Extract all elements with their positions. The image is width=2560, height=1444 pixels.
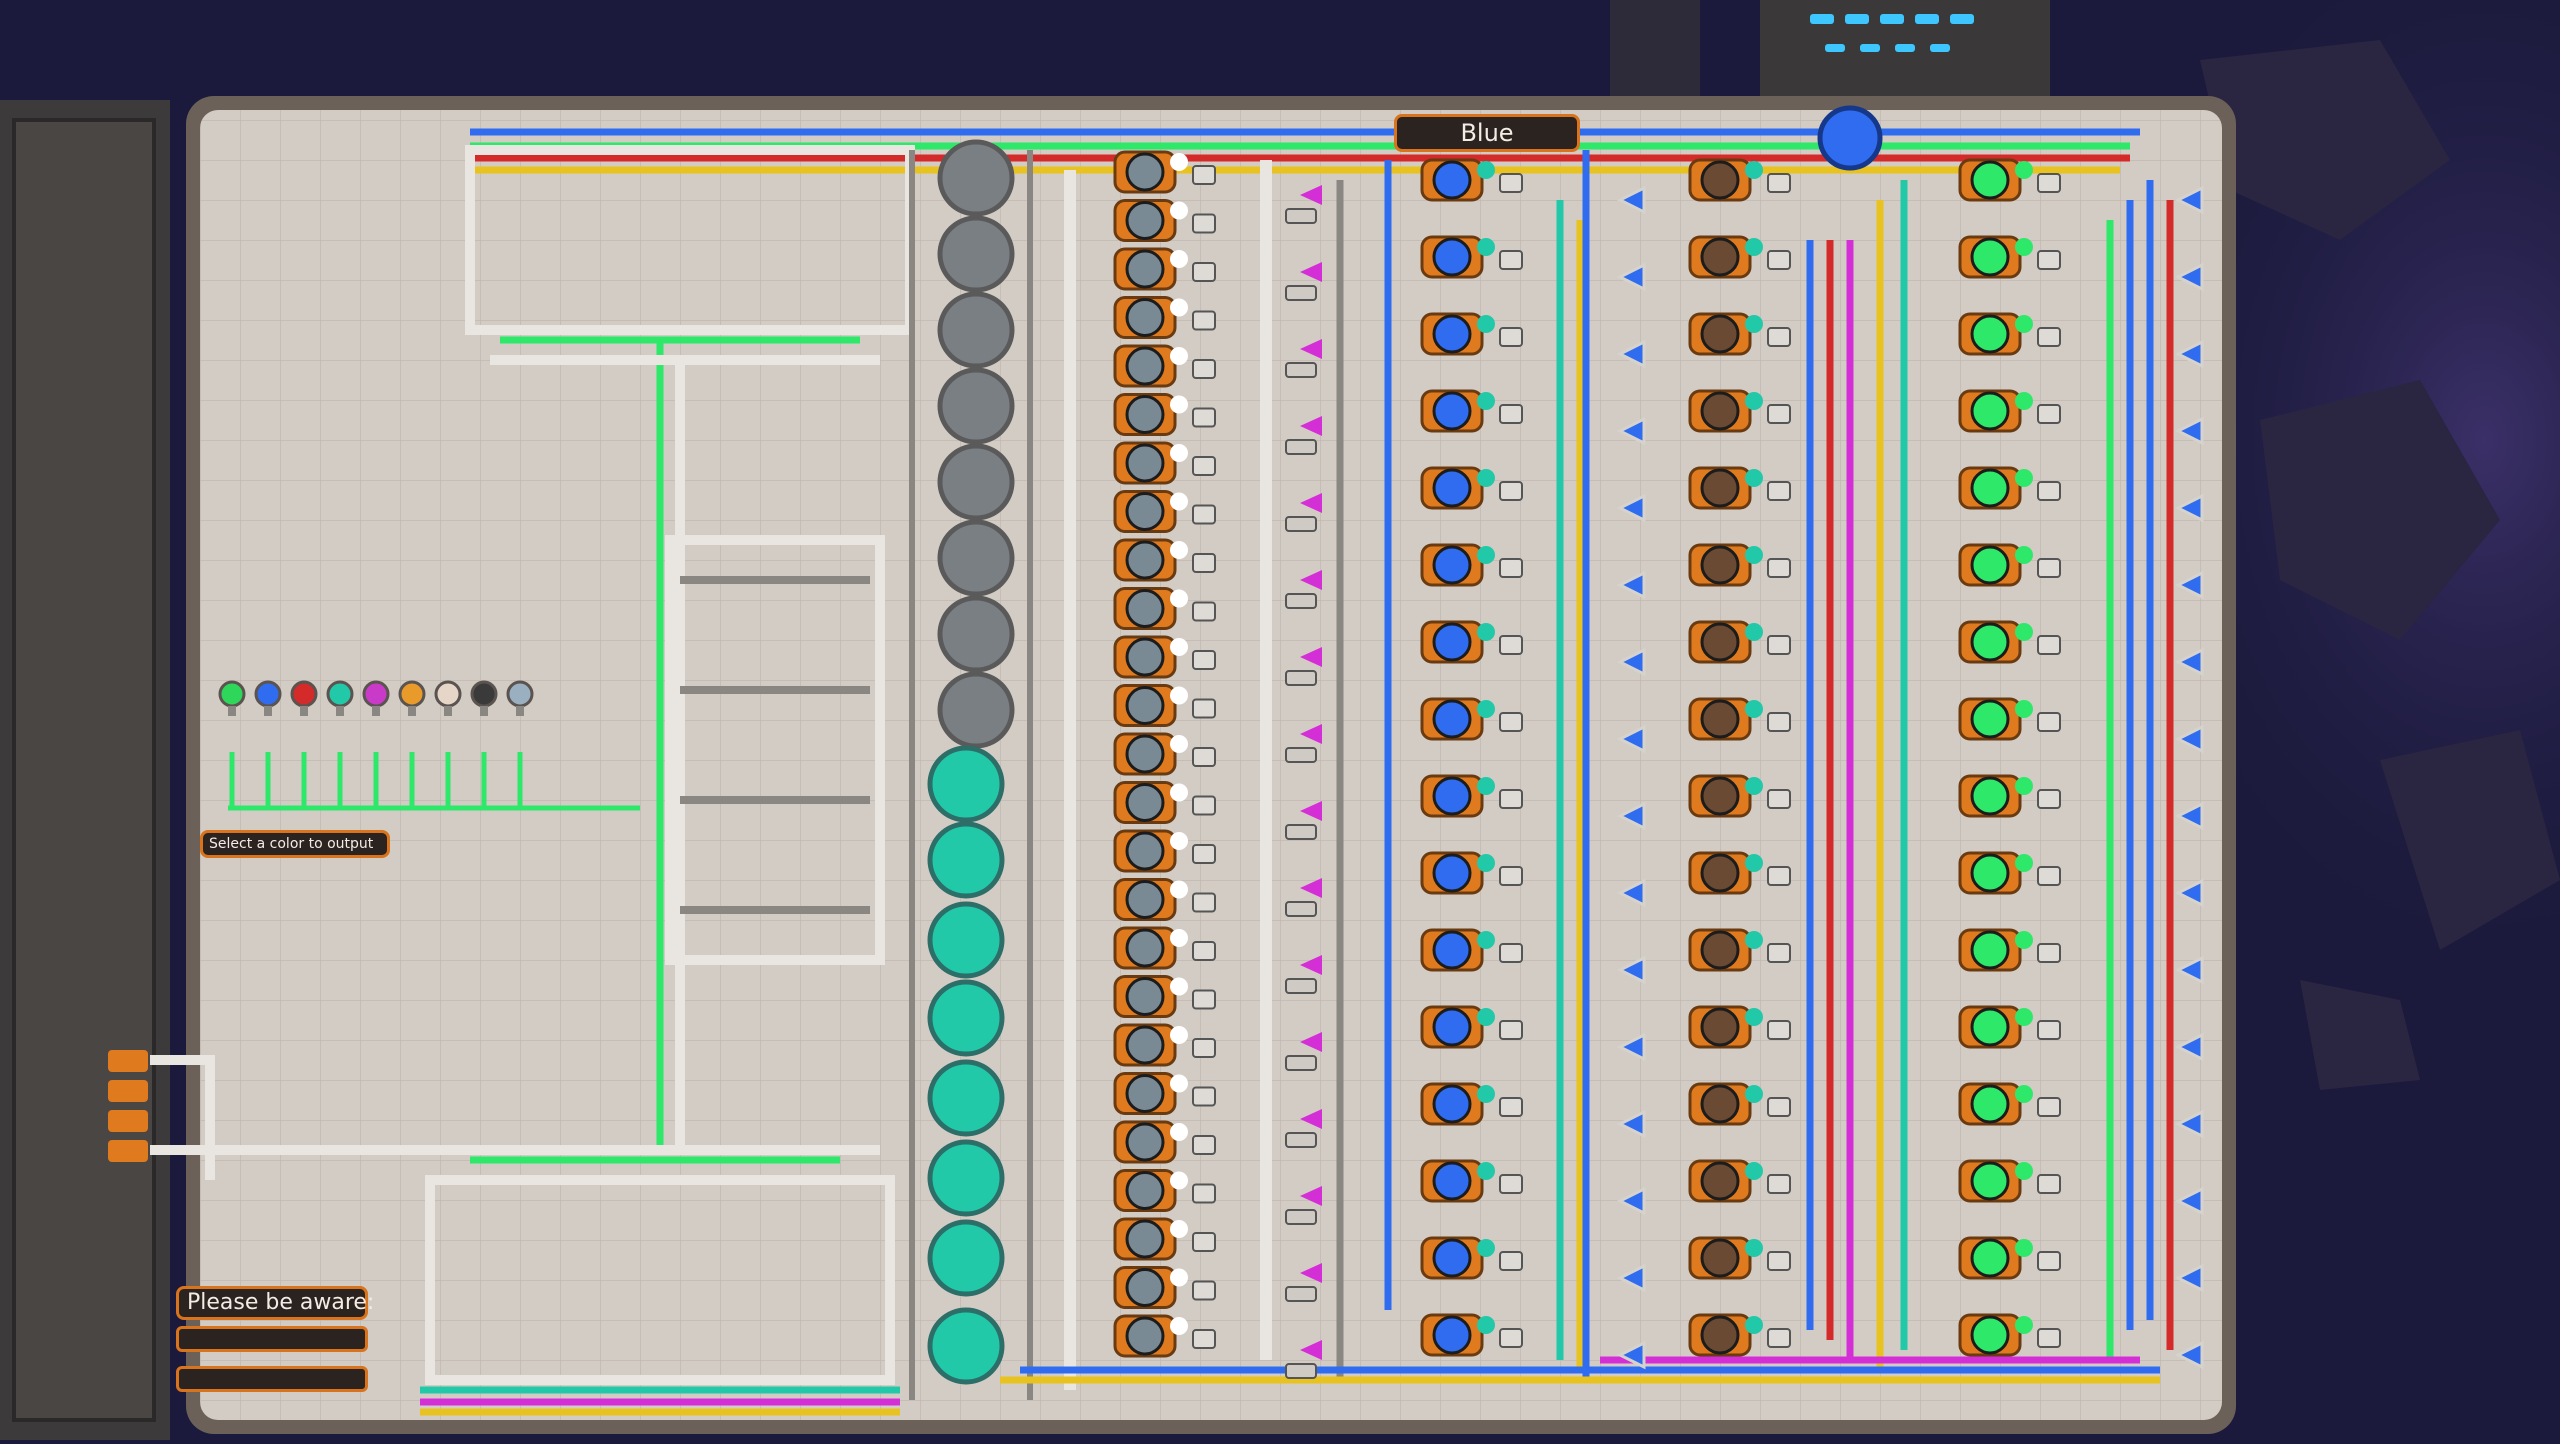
top-structure-left — [1610, 0, 1700, 100]
game-scene[interactable]: Blue Select a color to output Please be … — [0, 0, 2560, 1440]
warning-sign-title: Please be aware: — [176, 1286, 374, 1320]
bulb-icon — [362, 680, 390, 708]
left-side-panel — [12, 118, 156, 1422]
bulb-icon — [398, 680, 426, 708]
bulb-icon — [290, 680, 318, 708]
select-color-sign: Select a color to output — [200, 830, 390, 858]
bulb-icon — [254, 680, 282, 708]
factory-view[interactable] — [0, 0, 2560, 1440]
warning-note-2 — [176, 1366, 368, 1392]
warning-note-1 — [176, 1326, 368, 1352]
bulb-icon — [470, 680, 498, 708]
bulb-icon — [506, 680, 534, 708]
selected-color-sign: Blue — [1394, 114, 1580, 152]
bulb-icon — [326, 680, 354, 708]
top-structure-right — [1760, 0, 2050, 110]
bulb-icon — [218, 680, 246, 708]
color-swatches[interactable] — [218, 680, 534, 716]
blue-output-tank — [1817, 105, 1883, 171]
bulb-icon — [434, 680, 462, 708]
